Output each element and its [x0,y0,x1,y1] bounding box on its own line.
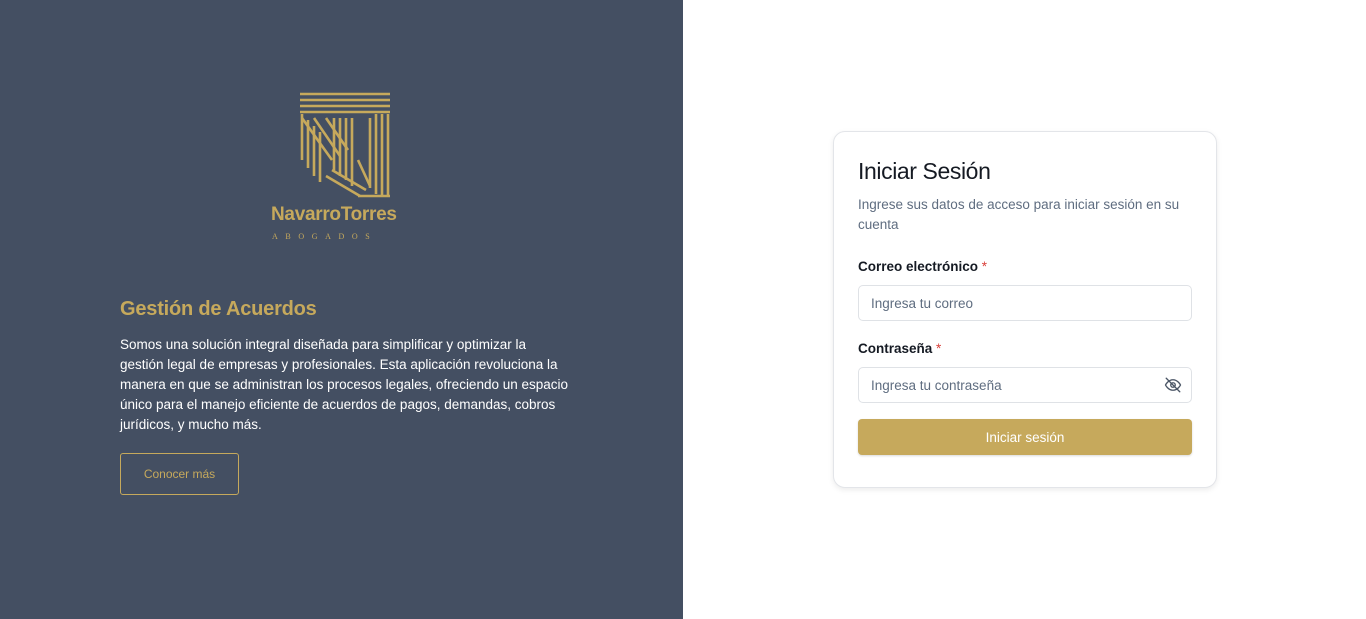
email-label-text: Correo electrónico [858,259,979,274]
password-required-mark: * [936,341,942,356]
nt-monogram-logo-icon [270,90,420,250]
brand-panel: NavarroTorres ABOGADOS Gestión de Acuerd… [0,0,683,619]
brand-name: NavarroTorres [271,204,397,225]
email-label: Correo electrónico * [858,259,1192,274]
eye-off-icon[interactable] [1164,376,1182,394]
email-field-wrapper [858,285,1192,321]
login-card: Iniciar Sesión Ingrese sus datos de acce… [833,131,1217,488]
brand-tagline: ABOGADOS [272,232,378,241]
password-label: Contraseña * [858,341,1192,356]
learn-more-button[interactable]: Conocer más [120,453,239,495]
intro-description: Somos una solución integral diseñada par… [120,337,569,432]
login-panel: Iniciar Sesión Ingrese sus datos de acce… [683,0,1366,619]
email-field[interactable] [858,285,1192,321]
email-required-mark: * [981,259,988,274]
password-label-text: Contraseña [858,341,933,356]
login-title: Iniciar Sesión [858,158,991,184]
login-subtitle: Ingrese sus datos de acceso para iniciar… [858,197,1180,232]
login-submit-button[interactable]: Iniciar sesión [858,419,1192,455]
intro-title: Gestión de Acuerdos [120,298,317,320]
intro-section: Gestión de Acuerdos Somos una solución i… [120,298,570,435]
password-field[interactable] [858,367,1192,403]
login-page: NavarroTorres ABOGADOS Gestión de Acuerd… [0,0,1366,619]
password-field-wrapper [858,367,1192,403]
